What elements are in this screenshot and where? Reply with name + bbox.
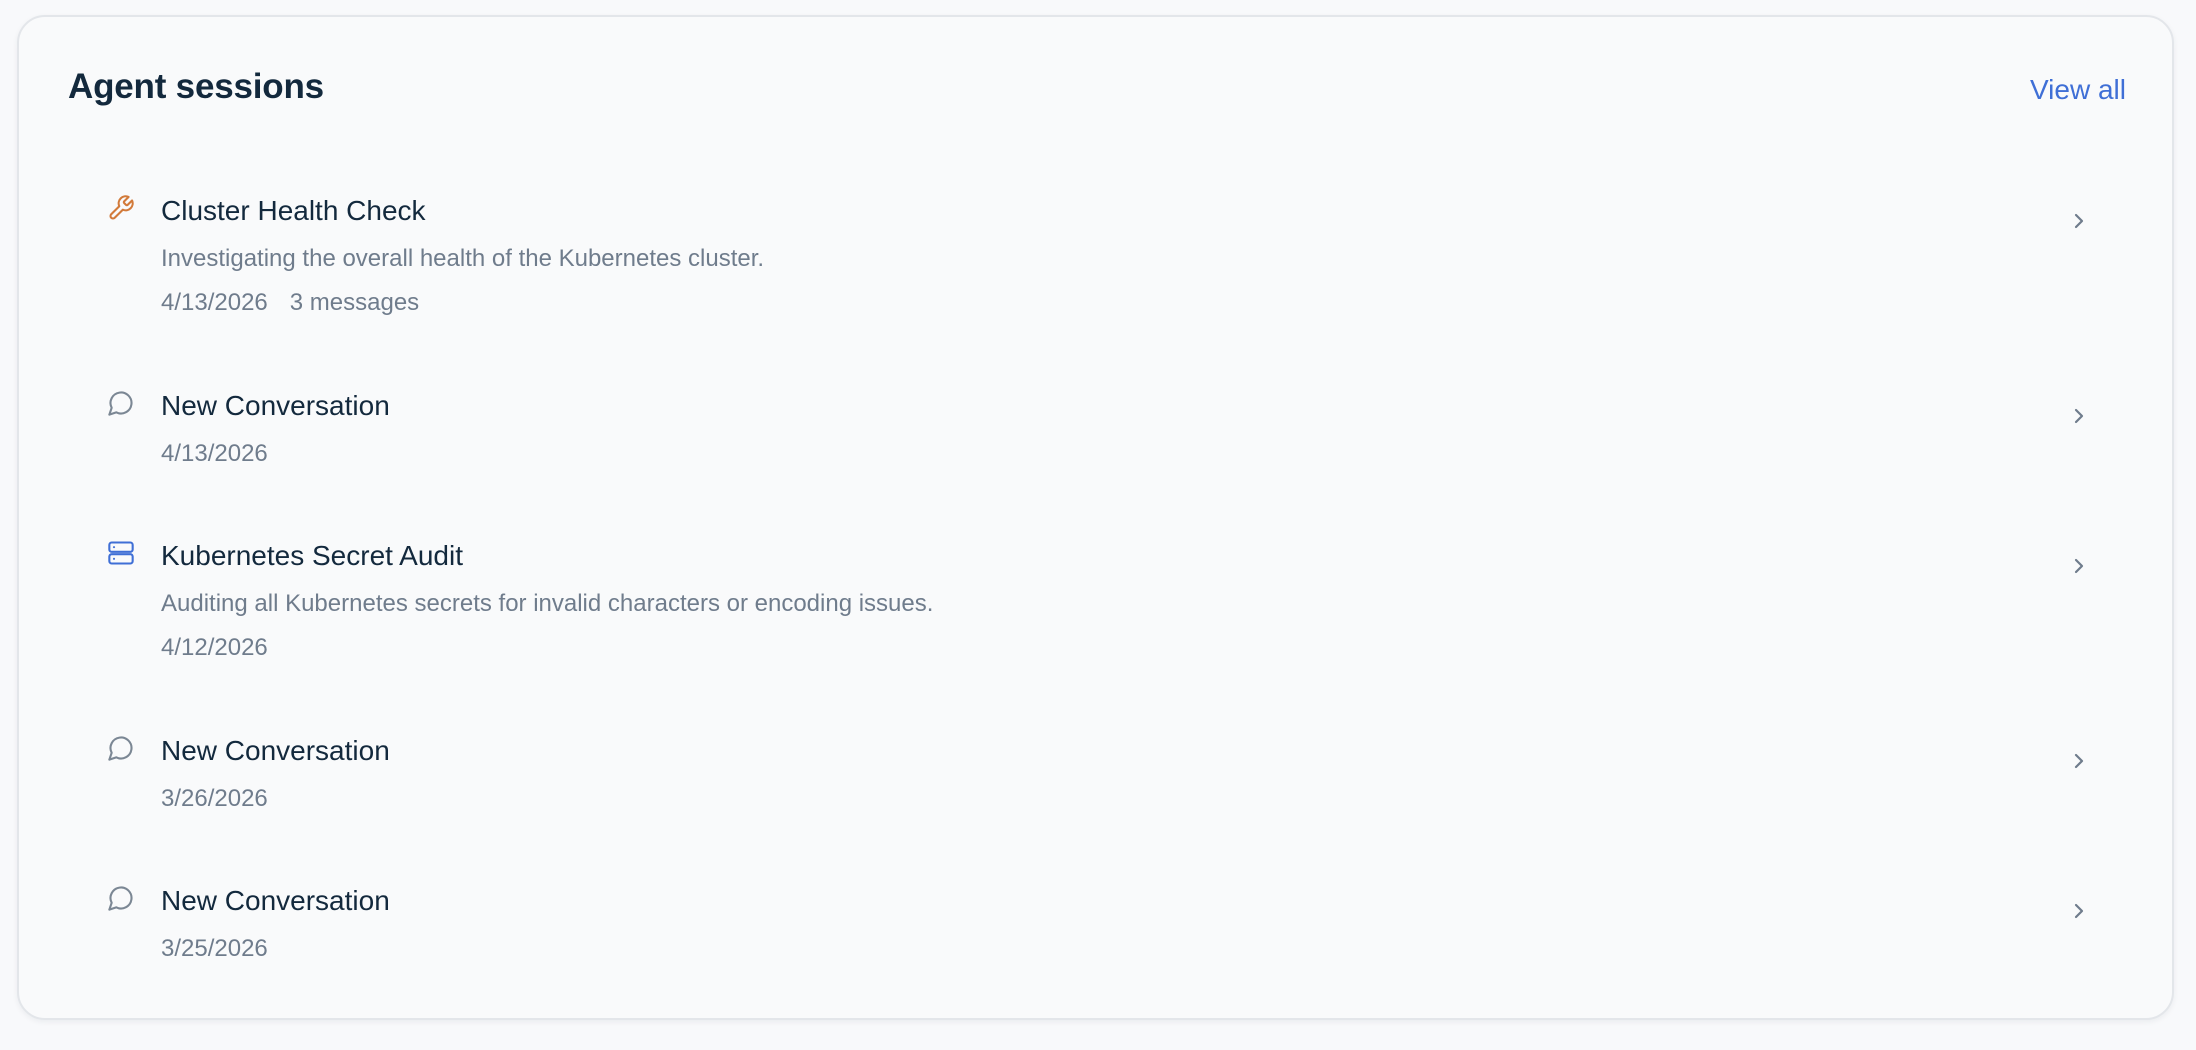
session-description: Investigating the overall health of the … — [161, 245, 765, 272]
session-title: New Conversation — [161, 735, 390, 766]
session-title: New Conversation — [161, 885, 390, 916]
chat-bubble-icon — [107, 884, 135, 912]
wrench-icon — [107, 194, 135, 222]
session-item-kubernetes-secret-audit[interactable]: Kubernetes Secret Audit Auditing all Kub… — [69, 522, 2084, 672]
session-meta: 4/13/2026 3 messages — [161, 289, 419, 317]
session-item-new-conversation-1[interactable]: New Conversation 4/13/2026 — [69, 372, 2084, 482]
view-all-link[interactable]: View all — [2030, 74, 2126, 106]
chat-bubble-icon — [107, 734, 135, 762]
session-date: 4/13/2026 — [161, 440, 268, 467]
chevron-right-icon — [2071, 555, 2087, 577]
session-message-count: 3 messages — [289, 289, 420, 316]
card-header: Agent sessions View all — [19, 17, 2172, 167]
session-date: 3/26/2026 — [161, 785, 268, 812]
session-description: Auditing all Kubernetes secrets for inva… — [161, 590, 934, 617]
agent-sessions-card: Agent sessions View all Cluster Health C… — [17, 15, 2174, 1020]
session-date: 4/13/2026 — [161, 289, 268, 316]
chevron-right-icon — [2071, 210, 2087, 232]
session-item-new-conversation-3[interactable]: New Conversation 3/25/2026 — [69, 867, 2084, 977]
session-meta: 4/13/2026 — [161, 440, 268, 468]
session-item-new-conversation-2[interactable]: New Conversation 3/26/2026 — [69, 717, 2084, 827]
session-meta: 3/26/2026 — [161, 785, 268, 813]
session-title: Cluster Health Check — [161, 195, 426, 226]
session-item-cluster-health-check[interactable]: Cluster Health Check Investigating the o… — [69, 177, 2084, 327]
session-date: 3/25/2026 — [161, 935, 268, 962]
server-icon — [107, 539, 135, 567]
card-title: Agent sessions — [68, 67, 324, 106]
session-title: Kubernetes Secret Audit — [161, 540, 463, 571]
session-meta: 3/25/2026 — [161, 935, 268, 963]
chevron-right-icon — [2071, 405, 2087, 427]
chat-bubble-icon — [107, 389, 135, 417]
chevron-right-icon — [2071, 900, 2087, 922]
session-meta: 4/12/2026 — [161, 634, 268, 662]
session-date: 4/12/2026 — [161, 634, 268, 661]
chevron-right-icon — [2071, 750, 2087, 772]
session-title: New Conversation — [161, 390, 390, 421]
